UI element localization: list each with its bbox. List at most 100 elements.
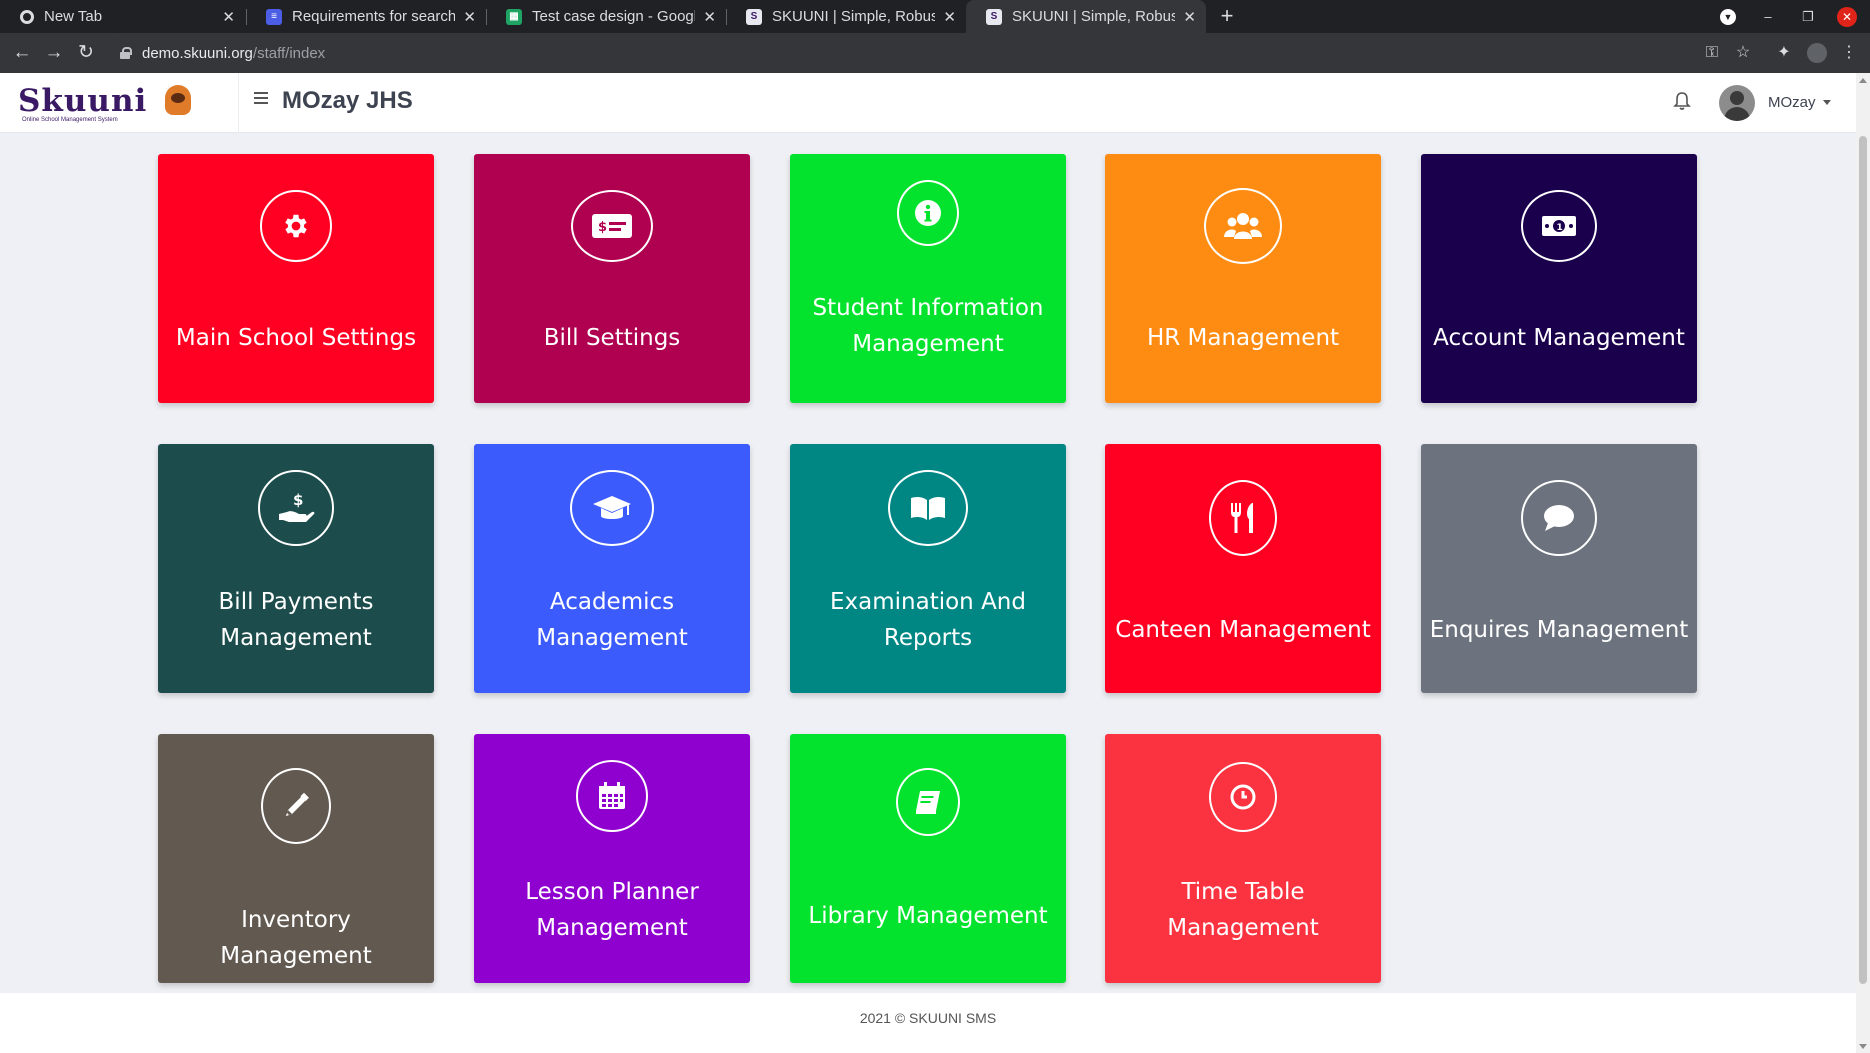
svg-text:1: 1 (1557, 223, 1563, 233)
tile-label: Time Table Management (1167, 879, 1319, 941)
money-icon: 1 (1521, 190, 1597, 262)
profile-icon[interactable] (1805, 41, 1829, 65)
browser-tab-4[interactable]: S SKUUNI | Simple, Robust, ✕ (726, 0, 966, 33)
docs-icon: ≡ (266, 8, 282, 25)
tile-enquires[interactable]: Enquires Management (1421, 444, 1697, 693)
browser-tab-5-active[interactable]: S SKUUNI | Simple, Robust, ✕ (966, 0, 1206, 33)
users-icon (1204, 188, 1282, 264)
mascot-icon (165, 85, 191, 115)
chrome-icon (20, 9, 34, 24)
copyright-text: 2021 © SKUUNI SMS (859, 1010, 997, 1026)
extensions-icon[interactable]: ✦ (1772, 41, 1796, 65)
logo-tagline: Online School Management System (22, 117, 118, 123)
lock-icon (120, 47, 132, 59)
tile-bill-settings[interactable]: $ Bill Settings (474, 154, 750, 403)
skuuni-logo[interactable]: Skuuni Online School Management System (18, 83, 193, 123)
utensils-icon (1209, 480, 1277, 556)
close-window-button[interactable]: ✕ (1834, 0, 1860, 33)
header-divider (238, 73, 239, 133)
tab-search-button[interactable]: ▼ (1715, 0, 1741, 33)
tile-label: Student Information Management (812, 295, 1044, 357)
chevron-down-icon: ▼ (1720, 8, 1736, 25)
close-icon[interactable]: ✕ (703, 8, 716, 26)
tile-bill-payments[interactable]: $ Bill Payments Management (158, 444, 434, 693)
page-footer: 2021 © SKUUNI SMS (0, 993, 1856, 1053)
skuuni-favicon: S (986, 8, 1002, 25)
restore-button[interactable]: ❐ (1795, 0, 1821, 33)
hamburger-menu-icon[interactable] (254, 92, 268, 104)
tab-label: Test case design - Google (532, 8, 696, 25)
close-icon: ✕ (1837, 6, 1857, 27)
tile-lesson-planner[interactable]: Lesson Planner Management (474, 734, 750, 983)
book-icon (896, 768, 960, 836)
tile-canteen[interactable]: Canteen Management (1105, 444, 1381, 693)
tile-main-school-settings[interactable]: Main School Settings (158, 154, 434, 403)
tile-label: Main School Settings (175, 325, 417, 351)
svg-text:$: $ (598, 220, 607, 235)
info-icon (897, 180, 959, 246)
calendar-icon (576, 760, 648, 832)
close-icon[interactable]: ✕ (1183, 8, 1196, 26)
hand-dollar-icon: $ (258, 470, 334, 546)
tile-time-table[interactable]: Time Table Management (1105, 734, 1381, 983)
bill-icon: $ (571, 190, 653, 262)
tab-label: SKUUNI | Simple, Robust, (1012, 8, 1176, 25)
tile-label: Lesson Planner Management (525, 879, 699, 941)
close-icon[interactable]: ✕ (943, 8, 956, 26)
comment-icon (1521, 480, 1597, 556)
school-name: MOzay JHS (282, 87, 413, 114)
forward-button[interactable]: → (42, 41, 66, 65)
tile-label: HR Management (1146, 325, 1340, 351)
tile-label: Examination And Reports (830, 589, 1026, 651)
bell-icon[interactable] (1673, 91, 1691, 116)
scrollbar-thumb[interactable] (1859, 136, 1867, 984)
username[interactable]: MOzay (1768, 94, 1816, 111)
tile-examination-reports[interactable]: Examination And Reports (790, 444, 1066, 693)
tile-label: Inventory Management (220, 907, 372, 969)
avatar[interactable] (1719, 85, 1755, 121)
browser-tab-3[interactable]: ▦ Test case design - Google ✕ (486, 0, 726, 33)
key-icon[interactable]: ⚿ (1700, 41, 1724, 65)
browser-tab-2[interactable]: ≡ Requirements for searchi ✕ (246, 0, 486, 33)
tab-label: New Tab (44, 8, 103, 25)
url-host: demo.skuuni.org (142, 44, 253, 62)
tab-label: SKUUNI | Simple, Robust, (772, 8, 936, 25)
new-tab-button[interactable]: + (1215, 4, 1239, 28)
gear-icon (260, 190, 332, 262)
more-menu-icon[interactable]: ⋮ (1837, 41, 1861, 65)
tile-academics[interactable]: Academics Management (474, 444, 750, 693)
logo-text: Skuuni (18, 83, 148, 119)
browser-tab-1[interactable]: New Tab ✕ (0, 0, 245, 33)
svg-text:$: $ (293, 491, 303, 509)
address-bar[interactable]: demo.skuuni.org/staff/index (108, 38, 1748, 68)
tile-label: Account Management (1433, 325, 1685, 351)
tile-account-management[interactable]: 1 Account Management (1421, 154, 1697, 403)
reload-button[interactable]: ↻ (74, 41, 98, 65)
url-path: /staff/index (252, 44, 326, 62)
caret-down-icon[interactable] (1823, 100, 1831, 105)
browser-toolbar: ← → ↻ demo.skuuni.org/staff/index ⚿ ☆ ✦ … (0, 33, 1870, 73)
bookmark-star-icon[interactable]: ☆ (1731, 41, 1755, 65)
tile-label: Canteen Management (1115, 617, 1371, 643)
tab-label: Requirements for searchi (292, 8, 456, 25)
browser-tab-bar: New Tab ✕ ≡ Requirements for searchi ✕ ▦… (0, 0, 1870, 33)
tile-label: Bill Settings (543, 325, 681, 351)
close-icon[interactable]: ✕ (463, 8, 476, 26)
tile-student-information[interactable]: Student Information Management (790, 154, 1066, 403)
tile-hr-management[interactable]: HR Management (1105, 154, 1381, 403)
scroll-up-arrow[interactable] (1859, 78, 1867, 83)
clock-icon (1209, 762, 1277, 832)
sheets-icon: ▦ (506, 8, 522, 25)
back-button[interactable]: ← (10, 41, 34, 65)
book-open-icon (888, 470, 968, 546)
tile-label: Bill Payments Management (218, 589, 374, 651)
close-icon[interactable]: ✕ (222, 8, 235, 26)
skuuni-favicon: S (746, 8, 762, 25)
tile-label: Academics Management (536, 589, 688, 651)
tile-inventory[interactable]: Inventory Management (158, 734, 434, 983)
minimize-button[interactable]: – (1755, 0, 1781, 33)
graduation-cap-icon (570, 470, 654, 546)
tile-library[interactable]: Library Management (790, 734, 1066, 983)
scroll-down-arrow[interactable] (1859, 1044, 1867, 1049)
tile-label: Enquires Management (1429, 617, 1689, 643)
